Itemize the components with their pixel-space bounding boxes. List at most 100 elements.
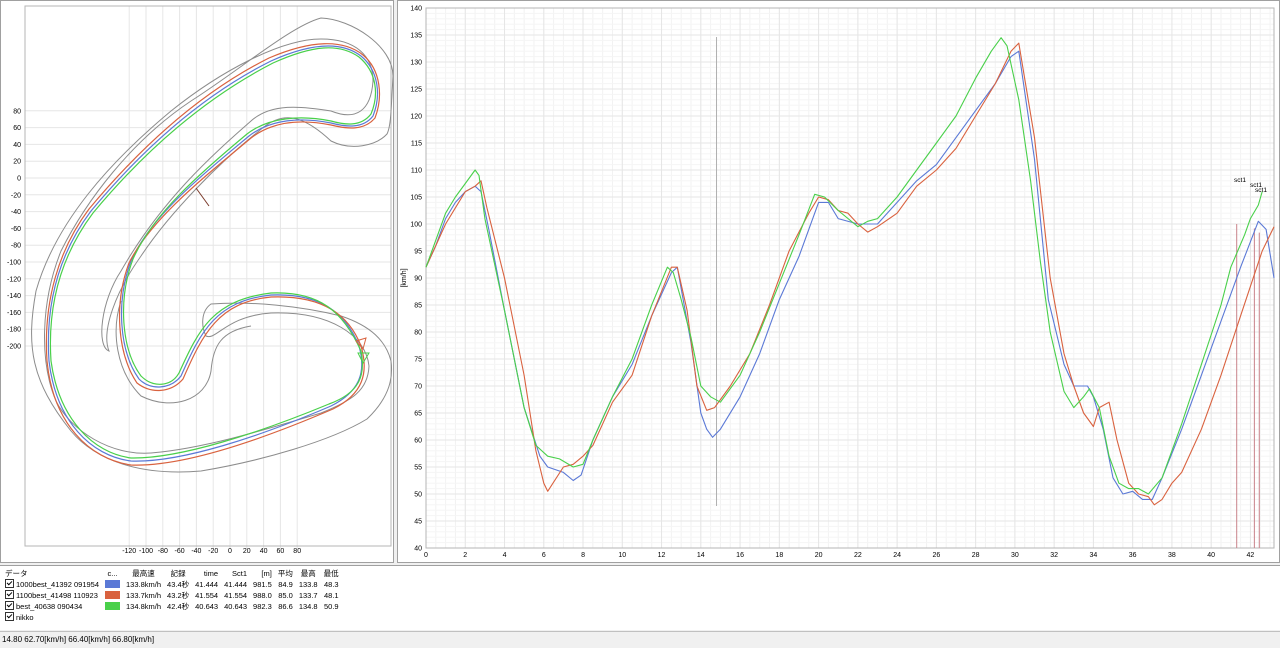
track-map-panel[interactable]: -120 -100 -80 -60 -40 -20 0 20 40 60 80 80 60 40 20 0 -2… [0, 0, 394, 563]
y-tick-label: 70 [414, 384, 422, 391]
legend-row[interactable]: 1000best_41392 091954 133.8km/h 43.4秒 41.44… [2, 579, 342, 590]
x-tick-label: 6 [542, 552, 546, 559]
y-tick-label: 105 [410, 195, 422, 202]
start-line-mark [195, 187, 210, 207]
track-y-tick-label: -180 [7, 327, 21, 334]
speed-chart-panel[interactable]: 0 2 4 6 8 10 12 14 16 18 20 22 24 26 28 30 32 34 36 38 40 42 4… [397, 0, 1280, 563]
legend-cell-avg: 85.0 [278, 590, 293, 600]
col-header-min[interactable]: 最低 [321, 569, 342, 579]
legend-cell-min: 48.3 [324, 579, 339, 589]
y-tick-label: 75 [414, 357, 422, 364]
track-x-tick-label: 60 [277, 548, 285, 555]
legend-cell-record: 43.2秒 [167, 590, 190, 600]
col-header-data[interactable]: データ [2, 569, 102, 579]
series-visibility-checkbox[interactable] [5, 579, 14, 588]
legend-cell-time: 41.554 [195, 590, 219, 600]
track-x-tick-label: -100 [139, 548, 153, 555]
col-header-avg[interactable]: 平均 [275, 569, 296, 579]
track-x-tick-label: 20 [243, 548, 251, 555]
legend-row[interactable]: best_40638 090434 134.8km/h 42.4秒 40.643 40.… [2, 601, 342, 612]
track-x-tick-label: 40 [260, 548, 268, 555]
legend-cell-sct1: 41.554 [224, 590, 248, 600]
col-header-max[interactable]: 最高 [296, 569, 321, 579]
track-x-tick-label: -80 [158, 548, 168, 555]
track-y-tick-label: -20 [11, 192, 21, 199]
series-visibility-checkbox[interactable] [5, 612, 14, 621]
col-header-m[interactable]: [m] [250, 569, 275, 579]
y-tick-label: 50 [414, 492, 422, 499]
y-tick-label: 45 [414, 519, 422, 526]
y-tick-label: 140 [410, 6, 422, 13]
track-map-plot[interactable]: -120 -100 -80 -60 -40 -20 0 20 40 60 80806040200-2… [1, 1, 394, 562]
legend-series-cell: 1100best_41498 110923 [2, 590, 102, 601]
y-tick-label: 125 [410, 87, 422, 94]
legend-cell-top-speed: 133.7km/h [126, 590, 162, 600]
col-header-time[interactable]: time [192, 569, 221, 579]
speed-grid [425, 7, 1274, 549]
series-color-cell[interactable] [102, 601, 123, 612]
track-y-tick-label: 40 [13, 142, 21, 149]
x-tick-label: 10 [618, 552, 626, 559]
x-tick-label: 16 [736, 552, 744, 559]
legend-cell-avg: 86.6 [278, 601, 293, 611]
legend-cell-max: 133.8 [298, 579, 318, 589]
x-tick-label: 36 [1129, 552, 1137, 559]
y-tick-label: 65 [414, 411, 422, 418]
legend-row[interactable]: nikko [2, 612, 342, 623]
track-y-tick-label: -160 [7, 310, 21, 317]
track-x-tick-label: -20 [208, 548, 218, 555]
legend-cell-record: 43.4秒 [167, 579, 190, 589]
track-plot-frame [24, 5, 392, 547]
status-bar: 14.80 62.70[km/h] 66.40[km/h] 66.80[km/h… [0, 631, 1280, 647]
x-tick-label: 28 [972, 552, 980, 559]
y-tick-label: 130 [410, 60, 422, 67]
y-tick-label: 110 [411, 168, 422, 175]
y-tick-label: 85 [414, 303, 422, 310]
series-color-swatch[interactable] [105, 579, 120, 588]
track-y-tick-label: -200 [7, 344, 21, 351]
track-y-tick-label: -100 [7, 260, 21, 267]
legend-cell-sct1: 40.643 [224, 601, 248, 611]
col-header-sct1[interactable]: Sct1 [221, 569, 250, 579]
x-tick-label: 30 [1011, 552, 1019, 559]
col-header-color[interactable]: c... [102, 569, 123, 579]
y-tick-label: 40 [414, 546, 422, 553]
series-name: best_40638 090434 [16, 602, 83, 611]
y-tick-label: 60 [414, 438, 422, 445]
track-y-tick-label: 20 [13, 159, 21, 166]
track-x-tick-label: 80 [293, 548, 301, 555]
speed-series-line [425, 37, 1263, 495]
x-tick-label: 20 [815, 552, 823, 559]
legend-cell-max: 134.8 [298, 601, 318, 611]
x-tick-label: 4 [503, 552, 507, 559]
track-x-tick-label: -40 [191, 548, 201, 555]
sector-annotation: sct1 [1234, 177, 1246, 184]
x-tick-label: 42 [1247, 552, 1255, 559]
y-tick-label: 100 [410, 222, 422, 229]
legend-cell-time: 40.643 [195, 601, 219, 611]
x-tick-label: 32 [1050, 552, 1058, 559]
legend-cell-m: 982.3 [253, 601, 272, 611]
y-axis-label: [km/h] [401, 268, 408, 287]
sector-annotation: sct1 [1255, 187, 1267, 194]
track-y-tick-label: -140 [7, 293, 21, 300]
series-visibility-checkbox[interactable] [5, 601, 14, 610]
series-color-swatch[interactable] [105, 590, 120, 599]
legend-cell-m: 988.0 [253, 590, 272, 600]
col-header-top-speed[interactable]: 最高速 [123, 569, 164, 579]
x-tick-label: 14 [697, 552, 705, 559]
legend-cell-top-speed: 133.8km/h [126, 579, 162, 589]
track-y-tick-label: 60 [13, 125, 21, 132]
series-visibility-checkbox[interactable] [5, 590, 14, 599]
x-tick-label: 34 [1090, 552, 1098, 559]
legend-row[interactable]: 1100best_41498 110923 133.7km/h 43.2秒 41.55… [2, 590, 342, 601]
legend-series-cell: 1000best_41392 091954 [2, 579, 102, 590]
series-color-cell[interactable] [102, 579, 123, 590]
col-header-record[interactable]: 記録 [164, 569, 192, 579]
y-tick-label: 120 [410, 114, 422, 121]
series-color-swatch[interactable] [105, 601, 120, 610]
x-tick-label: 2 [463, 552, 467, 559]
track-y-tick-label: -120 [7, 276, 21, 283]
series-color-cell[interactable] [102, 590, 123, 601]
speed-chart-plot[interactable]: 0 2 4 6 8 10 12 14 16 18 20 22 24 26 28 30 32 34 36 38 40 424… [398, 1, 1279, 562]
